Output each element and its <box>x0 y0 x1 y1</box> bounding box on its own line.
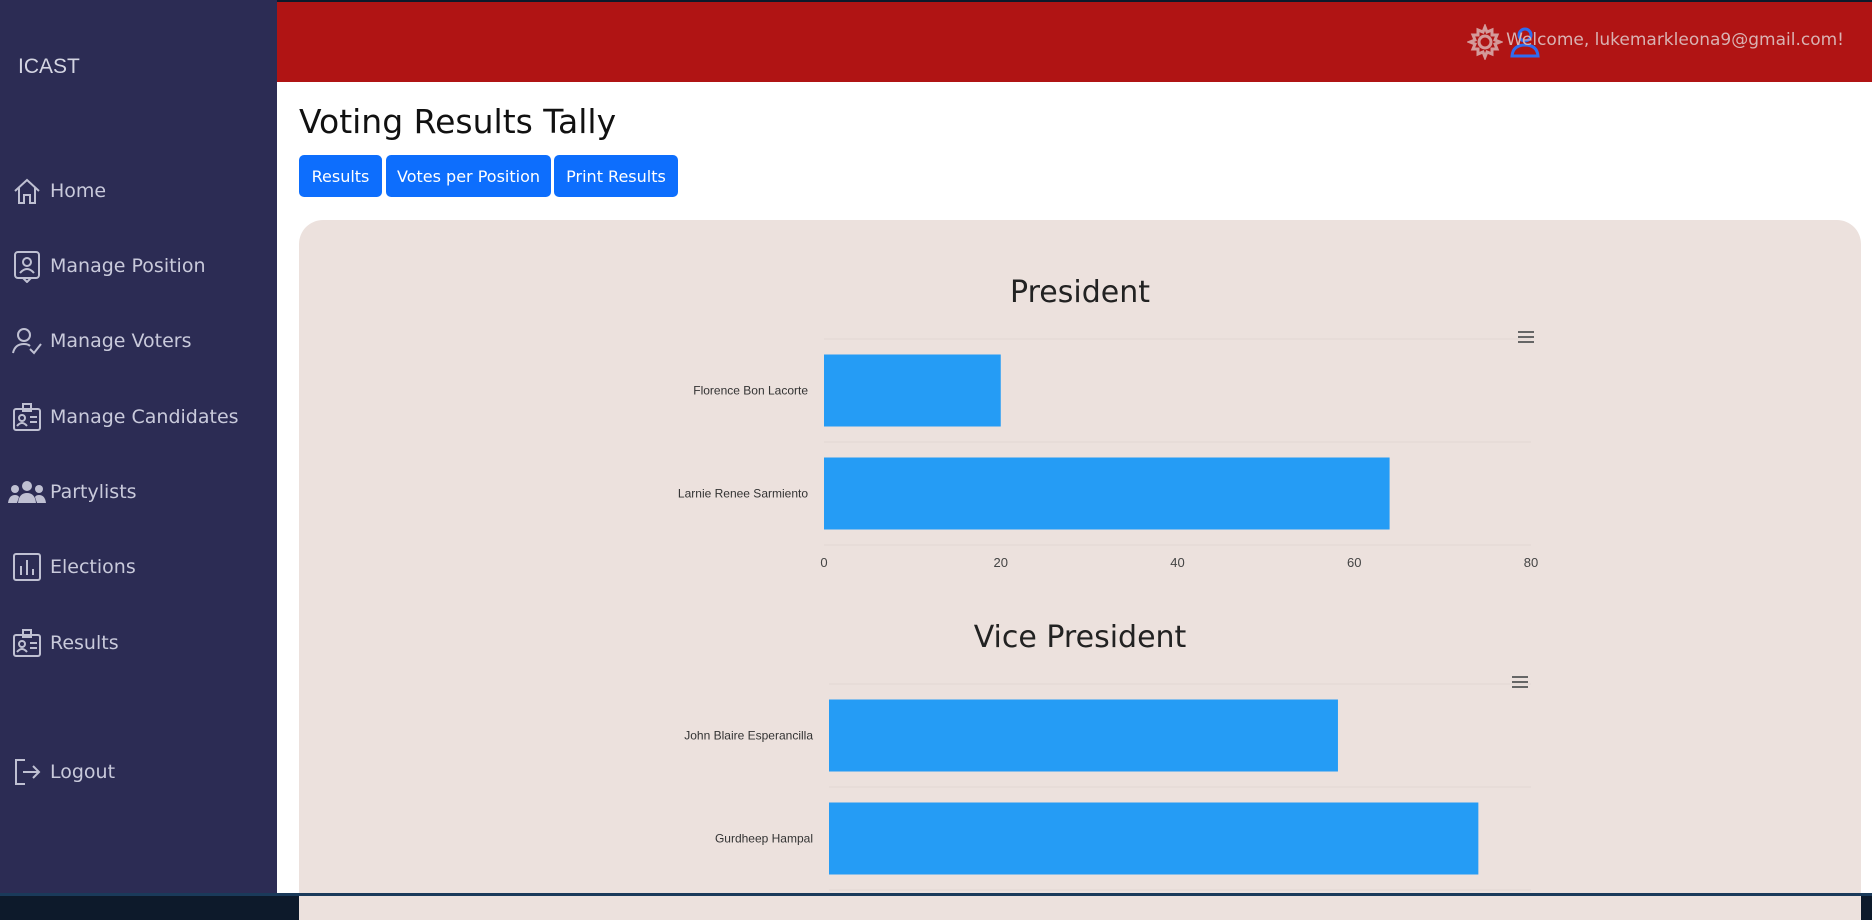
sidebar-item-label: Manage Voters <box>50 330 192 352</box>
logout-icon <box>6 754 48 790</box>
category-label: Larnie Renee Sarmiento <box>678 487 808 501</box>
sidebar-item-results[interactable]: Results <box>0 618 277 668</box>
tick-label: 20 <box>994 555 1008 570</box>
sidebar-item-label: Elections <box>50 556 136 578</box>
sidebar-item-logout[interactable]: Logout <box>0 747 277 797</box>
sidebar-item-label: Partylists <box>50 481 137 503</box>
tick-label: 80 <box>1524 555 1538 570</box>
id-card-icon <box>6 399 48 435</box>
sidebar-item-manage-voters[interactable]: Manage Voters <box>0 316 277 366</box>
sidebar-item-elections[interactable]: Elections <box>0 542 277 592</box>
sidebar-item-label: Logout <box>50 761 116 783</box>
user-check-icon <box>6 323 48 359</box>
welcome-message: Welcome, lukemarkleona9@gmail.com! <box>1506 30 1844 50</box>
badge-icon <box>6 248 48 284</box>
bar-chart-icon <box>6 549 48 585</box>
top-header: Welcome, lukemarkleona9@gmail.com! <box>277 2 1872 82</box>
results-panel: President Florence Bon Lacorte Larnie Ren… <box>299 220 1861 920</box>
brand-logo: ICAST <box>18 55 80 78</box>
sidebar-item-label: Results <box>50 632 119 654</box>
president-chart: Florence Bon Lacorte Larnie Renee Sarmien… <box>678 338 1538 570</box>
sidebar-item-label: Manage Position <box>50 255 206 277</box>
home-icon <box>6 173 48 209</box>
id-card-icon <box>6 625 48 661</box>
main-content: Voting Results Tally Results Votes per P… <box>277 82 1872 920</box>
page-title: Voting Results Tally <box>299 102 617 141</box>
tick-label: 40 <box>1170 555 1184 570</box>
print-results-button[interactable]: Print Results <box>554 155 678 197</box>
sidebar-item-partylists[interactable]: Partylists <box>0 467 277 517</box>
bar[interactable] <box>829 802 1479 875</box>
votes-per-position-button[interactable]: Votes per Position <box>386 155 551 197</box>
sidebar-item-manage-candidates[interactable]: Manage Candidates <box>0 392 277 442</box>
tick-label: 60 <box>1347 555 1361 570</box>
chart-title-president: President <box>1010 275 1150 310</box>
bar[interactable] <box>824 354 1001 427</box>
results-button[interactable]: Results <box>299 155 382 197</box>
sidebar: ICAST Home Manage Position Manage Voters… <box>0 0 277 893</box>
category-label: John Blaire Esperancilla <box>684 729 813 743</box>
chart-title-vice-president: Vice President <box>973 620 1187 655</box>
bar[interactable] <box>829 699 1338 772</box>
group-icon <box>6 474 48 510</box>
sidebar-item-label: Manage Candidates <box>50 406 239 428</box>
sidebar-item-home[interactable]: Home <box>0 166 277 216</box>
sidebar-item-manage-position[interactable]: Manage Position <box>0 241 277 291</box>
gear-icon[interactable] <box>1465 22 1505 64</box>
tick-label: 0 <box>820 555 827 570</box>
bar[interactable] <box>824 457 1390 530</box>
vice-president-chart: John Blaire Esperancilla Gurdheep Hampal <box>684 683 1531 891</box>
category-label: Gurdheep Hampal <box>715 832 813 846</box>
category-label: Florence Bon Lacorte <box>693 384 808 398</box>
sidebar-item-label: Home <box>50 180 107 202</box>
